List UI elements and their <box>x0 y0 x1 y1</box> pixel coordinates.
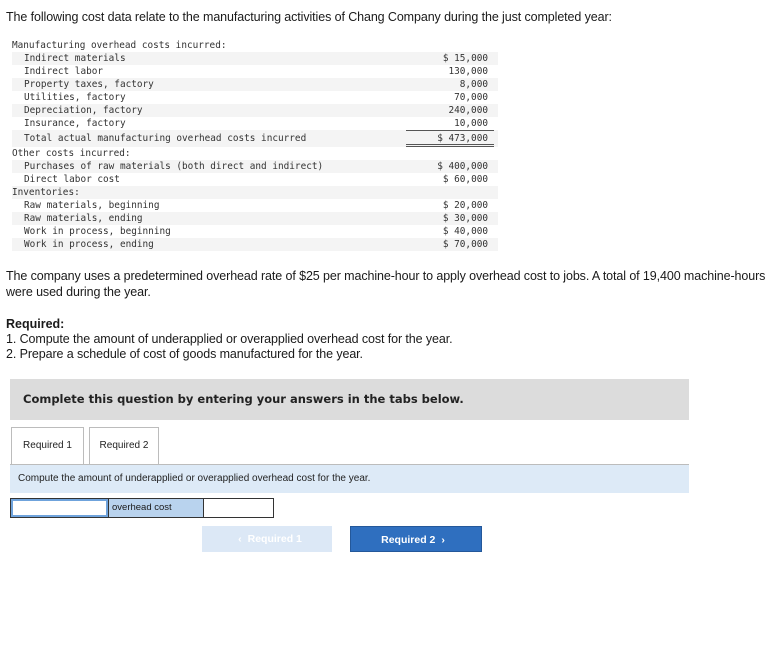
table-row: Work in process, ending $ 70,000 <box>12 238 498 251</box>
section-label: Inventories: <box>12 187 80 198</box>
table-row: Raw materials, beginning $ 20,000 <box>12 199 498 212</box>
section-label: Other costs incurred: <box>12 148 131 159</box>
row-label: Indirect labor <box>24 66 104 77</box>
row-value: 70,000 <box>454 92 488 103</box>
table-row: Raw materials, ending $ 30,000 <box>12 212 498 225</box>
prev-button-label: Required 1 <box>247 533 302 545</box>
overhead-rate-paragraph: The company uses a predetermined overhea… <box>6 269 766 299</box>
intro-text: The following cost data relate to the ma… <box>6 10 612 24</box>
table-row: Property taxes, factory 8,000 <box>12 78 498 91</box>
overhead-cost-label: overhead cost <box>108 499 204 517</box>
answer-input[interactable] <box>206 499 273 517</box>
table-row: Utilities, factory 70,000 <box>12 91 498 104</box>
row-label: Property taxes, factory <box>24 79 154 90</box>
row-label: Indirect materials <box>24 53 126 64</box>
chevron-left-icon: ‹ <box>238 533 242 545</box>
row-label: Utilities, factory <box>24 92 126 103</box>
row-value: 240,000 <box>448 105 488 116</box>
row-label: Raw materials, beginning <box>24 200 160 211</box>
row-label: Insurance, factory <box>24 118 126 129</box>
cost-data-table: Manufacturing overhead costs incurred: I… <box>12 39 498 251</box>
table-row: Indirect labor 130,000 <box>12 65 498 78</box>
next-button-label: Required 2 <box>381 534 436 546</box>
row-value: $ 60,000 <box>442 174 488 185</box>
mfg-overhead-header: Manufacturing overhead costs incurred: <box>12 39 498 52</box>
row-value: $ 70,000 <box>442 239 488 250</box>
row-label: Direct labor cost <box>24 174 120 185</box>
instructions-banner: Complete this question by entering your … <box>10 379 689 420</box>
section-label: Manufacturing overhead costs incurred: <box>12 40 227 51</box>
chevron-right-icon: › <box>441 534 445 546</box>
next-required-button[interactable]: Required 2 › <box>350 526 482 552</box>
required-item-1: 1. Compute the amount of underapplied or… <box>6 332 453 346</box>
required-item-2: 2. Prepare a schedule of cost of goods m… <box>6 347 363 361</box>
inventories-header: Inventories: <box>12 186 498 199</box>
row-value: $ 15,000 <box>442 53 488 64</box>
row-label: Work in process, ending <box>24 239 154 250</box>
table-row: Indirect materials $ 15,000 <box>12 52 498 65</box>
table-row: Work in process, beginning $ 40,000 <box>12 225 498 238</box>
table-row: Depreciation, factory 240,000 <box>12 104 498 117</box>
row-value: 8,000 <box>459 79 488 90</box>
task-instruction: Compute the amount of underapplied or ov… <box>10 465 689 493</box>
row-value: $ 20,000 <box>442 200 488 211</box>
row-value: 10,000 <box>454 118 488 129</box>
row-value: $ 30,000 <box>442 213 488 224</box>
table-row: Purchases of raw materials (both direct … <box>12 160 498 173</box>
row-label: Depreciation, factory <box>24 105 143 116</box>
required-heading: Required: <box>6 317 65 331</box>
tab-required-1[interactable]: Required 1 <box>11 427 84 465</box>
table-row: Insurance, factory 10,000 <box>12 117 498 130</box>
answer-row: overhead cost <box>10 498 274 518</box>
tab-required-2[interactable]: Required 2 <box>89 427 159 465</box>
row-value: 130,000 <box>448 66 488 77</box>
prev-required-button[interactable]: ‹ Required 1 <box>202 526 332 552</box>
table-row: Direct labor cost $ 60,000 <box>12 173 498 186</box>
other-costs-header: Other costs incurred: <box>12 147 498 160</box>
row-value: $ 40,000 <box>442 226 488 237</box>
amount-input[interactable] <box>11 499 108 517</box>
row-label: Purchases of raw materials (both direct … <box>24 161 324 172</box>
row-label: Raw materials, ending <box>24 213 143 224</box>
row-label: Work in process, beginning <box>24 226 171 237</box>
row-value: $ 400,000 <box>437 161 488 172</box>
total-label: Total actual manufacturing overhead cost… <box>24 133 307 144</box>
total-row: Total actual manufacturing overhead cost… <box>12 130 498 147</box>
